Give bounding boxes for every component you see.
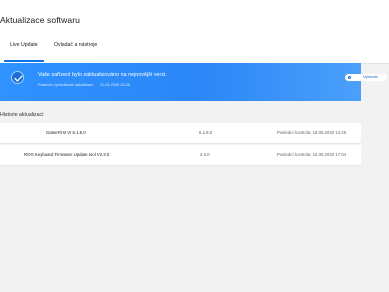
refresh-icon <box>348 76 351 79</box>
tab-live-update[interactable]: Live Update <box>4 41 44 62</box>
check-circle-icon <box>11 71 24 84</box>
status-banner: Vaše zařízení bylo zaktualizováno na nej… <box>0 63 387 101</box>
last-check-label: Poslední vyhledávání aktualizací <box>38 83 94 87</box>
last-check-value: 22.05.2020 20:28 <box>100 83 130 87</box>
history-title: Historie aktualizací <box>0 112 44 118</box>
app-window: Aktualizace softwaru Live Update Ovladač… <box>0 0 389 292</box>
history-row[interactable]: ROG Keyboard Firmware Update tool V2.3.0… <box>0 145 361 166</box>
last-check-info: Poslední vyhledávání aktualizací 22.05.2… <box>38 83 130 87</box>
tab-drivers-tools[interactable]: Ovladač a nástroje <box>54 41 97 55</box>
page-title: Aktualizace softwaru <box>0 15 80 25</box>
update-name: GameFirst VI 6.1.8.0 <box>46 130 86 135</box>
status-message: Vaše zařízení bylo zaktualizováno na nej… <box>38 72 167 78</box>
update-version: 6.1.8.0 <box>199 130 213 135</box>
update-name: ROG Keyboard Firmware Update tool V2.3.0 <box>24 152 110 157</box>
check-updates-button[interactable]: Vyhledat <box>345 74 387 81</box>
update-last-check: Poslední kontrola: 18.05.2020 13:49 <box>277 130 347 135</box>
check-updates-label: Vyhledat <box>363 75 378 79</box>
update-last-check: Poslední kontrola: 15.05.2020 17:04 <box>277 152 347 157</box>
header: Aktualizace softwaru Live Update Ovladač… <box>0 0 389 64</box>
history-row[interactable]: GameFirst VI 6.1.8.0 6.1.8.0 Poslední ko… <box>0 123 361 144</box>
update-version: 2.3.0 <box>200 152 210 157</box>
